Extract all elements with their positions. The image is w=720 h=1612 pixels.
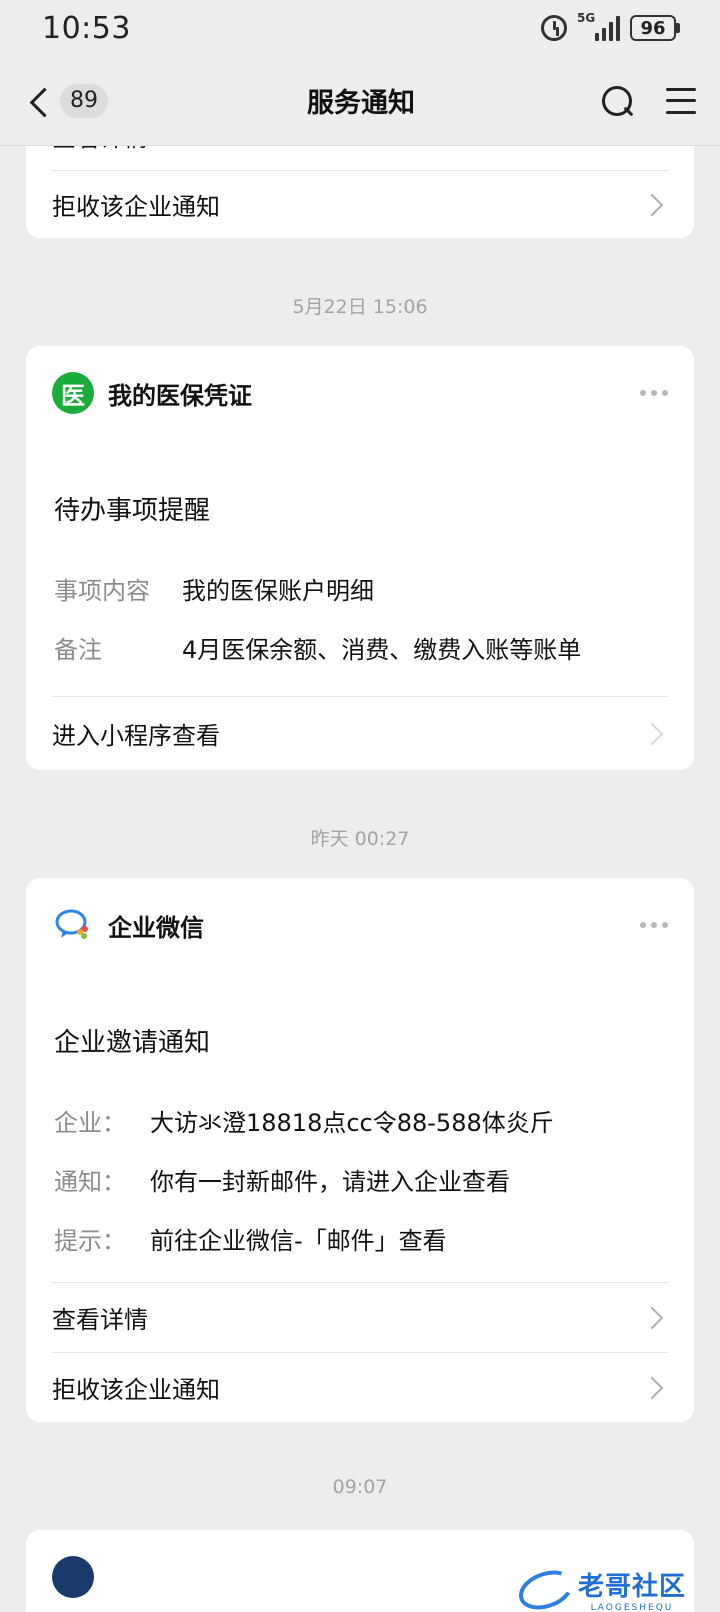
field-value: 前往企业微信-「邮件」查看 [150, 1227, 447, 1255]
search-icon[interactable] [600, 84, 634, 118]
field-value: 你有一封新邮件，请进入企业查看 [150, 1168, 510, 1196]
watermark-text: 老哥社区 [577, 1572, 686, 1602]
menu-icon[interactable] [666, 87, 696, 114]
reject-notifications-label: 拒收该企业通知 [52, 1376, 220, 1404]
wecom-notification-card[interactable]: 企业微信 企业邀请通知 企业： 大访氺澄18818点cc令88-588体炎斤 通… [26, 878, 694, 1422]
service-name[interactable]: 企业微信 [108, 908, 640, 943]
field-label: 备注 [54, 636, 102, 664]
chevron-right-icon [640, 1306, 664, 1329]
field-label: 提示： [54, 1227, 126, 1255]
card-header: 企业微信 [26, 878, 694, 972]
status-time: 10:53 [42, 10, 131, 46]
yibao-notification-card[interactable]: 医 我的医保凭证 待办事项提醒 事项内容 我的医保账户明细 备注 4月医保余额、… [26, 346, 694, 770]
service-logo-icon [52, 1556, 94, 1598]
nav-actions [556, 84, 696, 118]
wecom-logo-icon [52, 904, 94, 946]
view-details-row[interactable]: 查看详情 [52, 1282, 668, 1352]
message-timestamp: 09:07 [332, 1476, 388, 1498]
service-name[interactable]: 我的医保凭证 [108, 376, 640, 411]
reject-notifications-row[interactable]: 拒收该企业通知 [52, 170, 668, 238]
nav-bar: 89 服务通知 [0, 56, 720, 146]
unread-count-badge: 89 [60, 83, 108, 118]
message-timestamp: 5月22日 15:06 [292, 296, 428, 318]
more-options-icon[interactable] [640, 390, 668, 396]
yibao-logo-icon: 医 [52, 372, 94, 414]
message-timestamp: 昨天 00:27 [310, 828, 410, 850]
watermark: 老哥社区 LAOGESHEQU [513, 1563, 686, 1612]
notification-list[interactable]: 查看详情 拒收该企业通知 5月22日 15:06 医 我的医保凭证 待办事项提醒… [0, 0, 720, 1612]
card-header: 医 我的医保凭证 [26, 346, 694, 440]
chevron-right-icon [640, 722, 664, 745]
watermark-subtext: LAOGESHEQU [590, 1603, 674, 1612]
field-row: 备注 4月医保余额、消费、缴费入账等账单 [26, 630, 694, 665]
field-value: 4月医保余额、消费、缴费入账等账单 [182, 636, 582, 664]
reject-notifications-row[interactable]: 拒收该企业通知 [52, 1352, 668, 1422]
field-label: 事项内容 [54, 577, 150, 605]
status-icons: 5G 96 [541, 11, 680, 41]
more-options-icon[interactable] [640, 922, 668, 928]
chevron-right-icon [640, 193, 664, 216]
field-row: 事项内容 我的医保账户明细 [26, 571, 694, 606]
dragon-logo-icon [513, 1563, 579, 1612]
field-label: 企业： [54, 1109, 126, 1137]
field-row: 企业： 大访氺澄18818点cc令88-588体炎斤 [26, 1103, 694, 1138]
reject-notifications-label: 拒收该企业通知 [52, 193, 220, 221]
field-row: 提示： 前往企业微信-「邮件」查看 [26, 1221, 694, 1256]
page-title: 服务通知 [307, 88, 415, 119]
battery-level: 96 [630, 15, 676, 41]
chevron-right-icon [640, 1376, 664, 1399]
field-row: 通知： 你有一封新邮件，请进入企业查看 [26, 1162, 694, 1197]
notification-title: 待办事项提醒 [54, 496, 211, 526]
cellular-signal-icon: 5G [577, 11, 620, 41]
notification-title: 企业邀请通知 [54, 1028, 211, 1058]
view-details-label: 查看详情 [52, 1306, 148, 1334]
status-bar: 10:53 5G 96 [0, 0, 720, 56]
back-button[interactable]: 89 [26, 83, 166, 118]
alarm-icon [541, 15, 567, 41]
field-value: 我的医保账户明细 [182, 577, 374, 605]
open-miniprogram-label: 进入小程序查看 [52, 722, 220, 750]
open-miniprogram-row[interactable]: 进入小程序查看 [52, 696, 668, 770]
back-arrow-icon[interactable] [26, 84, 52, 118]
network-type: 5G [577, 11, 596, 25]
field-value: 大访氺澄18818点cc令88-588体炎斤 [150, 1109, 554, 1137]
battery-icon: 96 [630, 15, 680, 41]
field-label: 通知： [54, 1168, 126, 1196]
